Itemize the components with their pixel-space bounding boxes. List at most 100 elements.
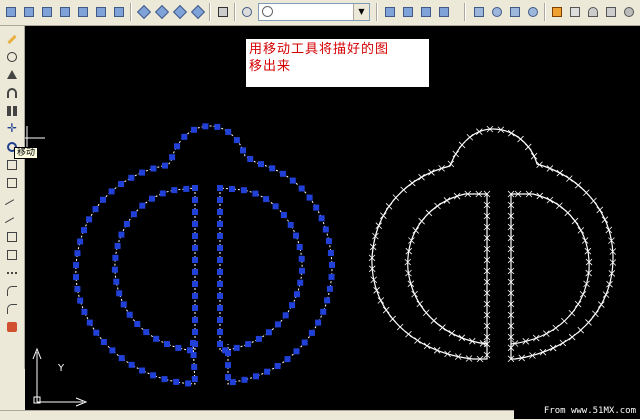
grip-point[interactable]: [192, 281, 198, 287]
grip-point[interactable]: [173, 378, 180, 385]
grip-point[interactable]: [247, 156, 254, 162]
grip-point[interactable]: [93, 329, 100, 336]
grip-point[interactable]: [233, 137, 240, 144]
grip-point[interactable]: [126, 311, 133, 318]
grip-point[interactable]: [81, 308, 88, 315]
grip-point[interactable]: [139, 169, 146, 176]
grip-point[interactable]: [294, 291, 300, 298]
offset-button[interactable]: [4, 86, 20, 101]
iso-ne-button[interactable]: [171, 3, 188, 20]
grip-point[interactable]: [92, 206, 99, 213]
grip-point[interactable]: [217, 209, 223, 215]
view-select[interactable]: ▼: [258, 3, 370, 21]
grip-point[interactable]: [73, 262, 80, 269]
grip-point[interactable]: [111, 266, 118, 273]
grip-point[interactable]: [297, 279, 304, 286]
grip-point[interactable]: [280, 212, 287, 218]
grip-point[interactable]: [118, 355, 125, 362]
grip-point[interactable]: [73, 274, 79, 281]
grip-point[interactable]: [282, 312, 289, 319]
grip-point[interactable]: [192, 329, 198, 335]
grip-point[interactable]: [109, 347, 116, 354]
grip-point[interactable]: [258, 161, 264, 168]
grip-point[interactable]: [187, 347, 193, 354]
grip-point[interactable]: [100, 339, 107, 345]
grip-point[interactable]: [217, 185, 223, 191]
grip-point[interactable]: [123, 221, 130, 227]
grip-point[interactable]: [150, 165, 157, 172]
grip-point[interactable]: [192, 305, 198, 311]
grip-point[interactable]: [255, 335, 262, 342]
grip-point[interactable]: [143, 329, 150, 336]
grip-point[interactable]: [217, 317, 223, 323]
scale-button[interactable]: [4, 158, 20, 173]
render-button[interactable]: [548, 3, 565, 20]
grip-point[interactable]: [81, 227, 87, 234]
grip-point[interactable]: [150, 372, 157, 379]
grip-point[interactable]: [185, 380, 192, 387]
grip-point[interactable]: [192, 257, 198, 263]
grip-point[interactable]: [161, 376, 168, 383]
grip-point[interactable]: [225, 374, 231, 381]
erase-button[interactable]: [4, 32, 20, 47]
grip-point[interactable]: [128, 361, 135, 368]
grip-point[interactable]: [322, 226, 329, 233]
grip-point[interactable]: [275, 321, 281, 328]
move-button[interactable]: ✛: [4, 122, 20, 137]
grip-point[interactable]: [328, 273, 335, 280]
view-top-button[interactable]: [2, 3, 19, 20]
grip-point[interactable]: [264, 368, 271, 375]
grip-point[interactable]: [306, 194, 313, 201]
viewport-1-button[interactable]: [381, 3, 398, 20]
grip-point[interactable]: [217, 293, 223, 299]
grip-point[interactable]: [192, 221, 198, 227]
iso-nw-button[interactable]: [189, 3, 206, 20]
grip-point[interactable]: [74, 286, 81, 292]
grip-point[interactable]: [86, 319, 93, 326]
grip-point[interactable]: [118, 231, 125, 238]
viewport-3-button[interactable]: [417, 3, 434, 20]
viewport-4-button[interactable]: [435, 3, 452, 20]
grip-point[interactable]: [315, 319, 322, 326]
grip-point[interactable]: [324, 297, 331, 304]
grip-point[interactable]: [253, 373, 259, 380]
view-right-button[interactable]: [56, 3, 73, 20]
grip-point[interactable]: [225, 128, 232, 135]
grip-point[interactable]: [252, 190, 259, 197]
grip-point[interactable]: [284, 356, 291, 363]
stretch-button[interactable]: [4, 176, 20, 191]
pan-3d-button[interactable]: [470, 3, 487, 20]
grip-point[interactable]: [192, 245, 198, 251]
named-views-button[interactable]: [214, 3, 231, 20]
zoom-3d-button[interactable]: [506, 3, 523, 20]
grip-point[interactable]: [181, 133, 188, 140]
grip-point[interactable]: [263, 196, 270, 203]
grip-point[interactable]: [77, 238, 84, 245]
grip-point[interactable]: [325, 238, 332, 245]
grip-point[interactable]: [279, 170, 286, 177]
grip-point[interactable]: [174, 143, 180, 150]
grip-point[interactable]: [272, 203, 279, 210]
orbit-button[interactable]: [488, 3, 505, 20]
grip-point[interactable]: [225, 362, 231, 369]
grip-point[interactable]: [327, 250, 334, 256]
grip-point[interactable]: [289, 302, 296, 309]
grip-point[interactable]: [191, 376, 198, 382]
grip-point[interactable]: [318, 215, 325, 222]
sphere-button[interactable]: [620, 3, 637, 20]
viewport-2-button[interactable]: [399, 3, 416, 20]
grip-point[interactable]: [313, 204, 320, 211]
grip-point[interactable]: [287, 221, 294, 228]
grip-point[interactable]: [139, 202, 146, 209]
view-back-button[interactable]: [92, 3, 109, 20]
grip-point[interactable]: [217, 233, 223, 239]
gouraud-button[interactable]: [602, 3, 619, 20]
grip-point[interactable]: [217, 197, 223, 203]
grip-point[interactable]: [269, 165, 276, 172]
grip-point[interactable]: [175, 344, 182, 351]
grip-point[interactable]: [301, 339, 308, 346]
grip-point[interactable]: [116, 290, 123, 297]
grip-point[interactable]: [192, 317, 198, 323]
view-bottom-button[interactable]: [20, 3, 37, 20]
grip-point[interactable]: [217, 257, 223, 263]
